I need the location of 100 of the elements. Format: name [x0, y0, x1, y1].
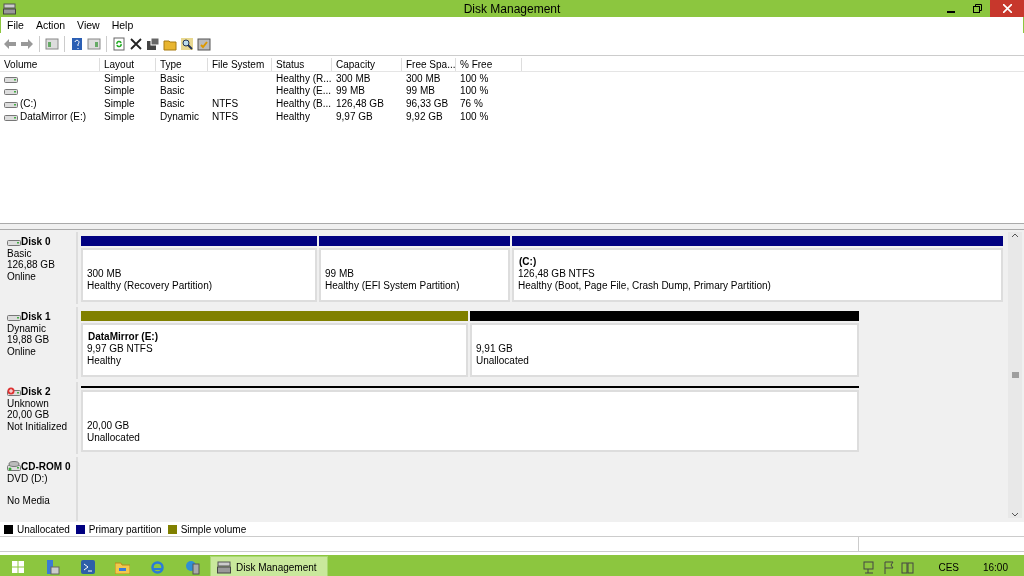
partition-info: Healthy [87, 354, 121, 366]
close-button[interactable] [990, 0, 1024, 17]
partition-info: Unallocated [87, 432, 140, 444]
network-computer-icon[interactable] [185, 559, 200, 575]
help-icon[interactable] [70, 37, 84, 51]
scroll-down-icon[interactable] [1011, 512, 1019, 518]
disk-name: Disk 1 [21, 311, 51, 323]
partition-info: 9,91 GB [476, 342, 513, 354]
partition-box[interactable]: DataMirror (E:) 9,97 GB NTFS Healthy [81, 323, 468, 377]
scroll-grip-icon[interactable] [1011, 372, 1019, 378]
partition-info: 99 MB [325, 267, 354, 279]
column-header[interactable]: Free Spa... [402, 58, 456, 71]
column-header[interactable]: Volume [0, 58, 100, 71]
disk-info: Basic [7, 247, 32, 259]
legend-label: Unallocated [17, 523, 70, 535]
column-header[interactable]: Status [272, 58, 332, 71]
disk-info: 126,88 GB [7, 259, 55, 270]
disk-info: Unknown [7, 397, 49, 409]
table-cell: Basic [160, 72, 185, 84]
table-cell: 96,33 GB [406, 98, 449, 109]
menu-item[interactable]: View [71, 19, 106, 31]
disk-info: Dynamic [7, 322, 46, 334]
table-cell: 300 MB [406, 72, 441, 84]
folder-icon[interactable] [115, 560, 130, 574]
server-icon[interactable] [45, 559, 60, 575]
menu-item[interactable]: Help [105, 19, 140, 31]
clock[interactable]: 16:00 [982, 561, 1008, 573]
table-cell: DataMirror (E:) [20, 110, 87, 122]
volume-name: DataMirror (E:) [88, 331, 158, 342]
partition-box[interactable]: 20,00 GB Unallocated [81, 389, 859, 452]
restore-icon [972, 4, 982, 13]
legend-label: Simple volume [180, 523, 247, 535]
windows-logo-icon[interactable] [11, 561, 24, 573]
table-cell: 99 MB [336, 85, 365, 97]
partition-info: 126,48 GB NTFS [518, 267, 595, 279]
table-cell: Simple [104, 110, 135, 122]
disk-info: No Media [7, 495, 50, 506]
cd-drive-icon [7, 461, 21, 473]
partition-box[interactable]: 300 MB Healthy (Recovery Partition) [81, 248, 317, 302]
disk-info: Not Initialized [7, 420, 68, 432]
disk-info: 20,00 GB [7, 409, 50, 420]
disk-info: 19,88 GB [7, 334, 50, 345]
table-cell: 126,48 GB [336, 98, 384, 109]
column-header[interactable]: Type [156, 58, 208, 71]
panel-icon[interactable] [45, 37, 59, 51]
table-cell: 100 % [460, 85, 489, 97]
delete-icon[interactable] [129, 37, 143, 51]
menu-item[interactable]: File [1, 19, 30, 31]
scrollbar[interactable] [1008, 232, 1022, 518]
table-cell: Healthy (B... [276, 98, 332, 109]
battery-icon[interactable] [901, 560, 915, 574]
minimize-icon [947, 10, 955, 13]
table-cell: Healthy (R... [276, 72, 332, 84]
table-cell: (C:) [20, 98, 37, 109]
partition-box[interactable]: (C:) 126,48 GB NTFS Healthy (Boot, Page File, Crash Dump, Primary Partition) [512, 248, 1003, 302]
taskbar-button[interactable]: Disk Management [210, 556, 328, 576]
column-header[interactable]: File System [208, 58, 272, 71]
disk-check-icon[interactable] [197, 37, 211, 51]
partition-info: Unallocated [476, 354, 529, 366]
table-cell: Simple [104, 72, 135, 84]
table-cell: 76 % [460, 98, 483, 109]
browser-icon[interactable] [150, 559, 165, 575]
partition-info: 20,00 GB [87, 420, 130, 432]
panel-icon[interactable] [87, 37, 101, 51]
table-cell: Simple [104, 98, 135, 109]
scroll-up-icon[interactable] [1011, 232, 1019, 238]
volume-name: (C:) [519, 256, 537, 267]
table-cell: 9,97 GB [336, 110, 373, 122]
table-cell: Dynamic [160, 110, 199, 122]
disk-name: CD-ROM 0 [21, 461, 71, 473]
table-cell: Basic [160, 98, 185, 109]
column-header[interactable]: % Free [456, 58, 522, 71]
column-header[interactable]: Layout [100, 58, 156, 71]
partition-info: Healthy (Boot, Page File, Crash Dump, Primary Partition) [518, 279, 771, 291]
back-arrow-icon[interactable] [3, 37, 17, 51]
terminal-icon[interactable] [80, 560, 95, 574]
close-icon [1002, 4, 1012, 13]
menu-item[interactable]: Action [29, 19, 72, 31]
table-cell: Healthy [276, 110, 310, 122]
partition-info: Healthy (EFI System Partition) [325, 279, 460, 291]
partition-info: 9,97 GB NTFS [87, 342, 153, 354]
disk-warning-icon [7, 386, 21, 398]
column-header[interactable]: Capacity [332, 58, 402, 71]
flag-icon[interactable] [883, 560, 896, 574]
partition-info: 300 MB [87, 267, 122, 279]
partition-box[interactable]: 99 MB Healthy (EFI System Partition) [319, 248, 510, 302]
partition-info: Healthy (Recovery Partition) [87, 279, 213, 291]
properties-icon[interactable] [146, 37, 160, 51]
forward-arrow-icon[interactable] [20, 37, 34, 51]
table-cell: 100 % [460, 72, 489, 84]
partition-box[interactable]: 9,91 GB Unallocated [470, 323, 859, 377]
window-title: Disk Management [463, 1, 561, 16]
table-cell: Simple [104, 85, 135, 97]
language-indicator[interactable]: CES [938, 561, 959, 573]
magnifier-icon[interactable] [180, 37, 194, 51]
disk-name: Disk 0 [21, 236, 51, 248]
table-cell: Basic [160, 85, 185, 97]
table-cell: NTFS [212, 110, 239, 122]
disk-name: Disk 2 [21, 386, 51, 398]
disk-drive-icon [3, 2, 16, 15]
